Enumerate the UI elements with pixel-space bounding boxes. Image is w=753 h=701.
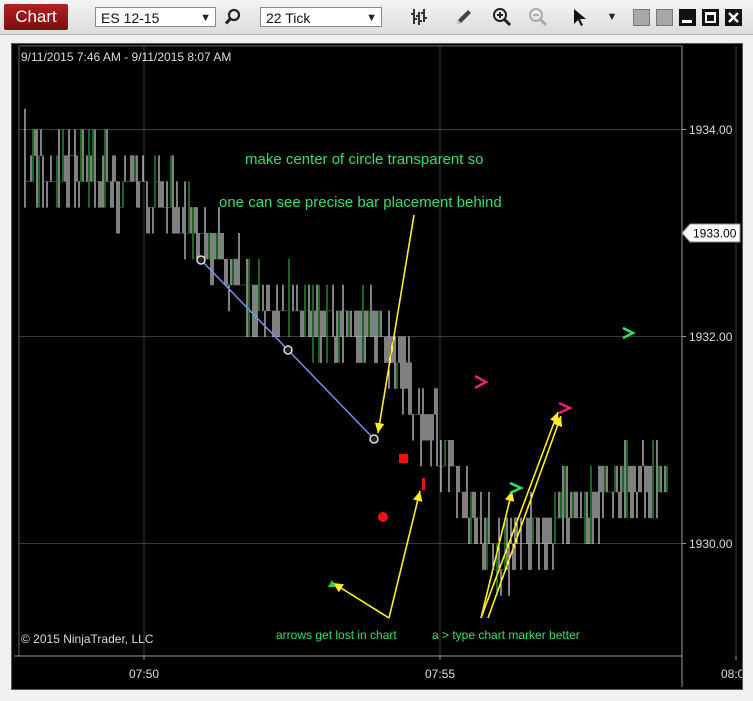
maximize-icon[interactable] (702, 9, 719, 26)
trendline-anchor (283, 345, 293, 355)
annotation-arrow-line (487, 415, 562, 619)
interval-value: 22 Tick (266, 10, 311, 26)
time-tick-label: 07:50 (129, 667, 159, 681)
minimize-icon[interactable] (679, 9, 696, 26)
chart-toolbar: Chart ES 12-15 ▼ 22 Tick ▼ ▼ (0, 0, 753, 35)
instrument-value: ES 12-15 (101, 10, 160, 26)
down-arrow-marker (422, 478, 425, 490)
annotation-line2: one can see precise bar placement behind (219, 194, 502, 211)
trendline-anchor (369, 434, 379, 444)
annotation-arrowhead (374, 422, 385, 433)
bar-type-icon[interactable] (408, 6, 432, 28)
annotation-arrowhead (413, 491, 423, 502)
chart-tab[interactable]: Chart (4, 4, 68, 30)
square-marker (399, 454, 408, 463)
zoom-in-icon[interactable] (490, 6, 514, 28)
time-range-label: 9/11/2015 7:46 AM - 9/11/2015 8:07 AM (21, 50, 232, 64)
plot-border (18, 45, 683, 657)
chevron-down-icon: ▼ (200, 12, 211, 24)
annotation-arrowhead (333, 583, 344, 593)
chart-panel[interactable]: 1934.00 1933.00 1932.00 1930.00 07:50 07:55 08… (11, 43, 743, 690)
annotation-arrow-line (480, 411, 559, 619)
interval-selector[interactable]: 22 Tick ▼ (260, 7, 382, 27)
close-icon[interactable] (725, 9, 742, 26)
annotation-arrow-line (332, 582, 390, 619)
annotation-line1: make center of circle transparent so (245, 151, 484, 168)
price-tick-label: 1934.00 (689, 123, 733, 137)
price-tick-label: 1930.00 (689, 537, 733, 551)
copyright-label: © 2015 NinjaTrader, LLC (21, 632, 154, 646)
time-tick-label: 07:55 (425, 667, 455, 681)
search-icon[interactable] (221, 6, 245, 28)
trendline-anchor (196, 255, 206, 265)
panel-b-button[interactable] (656, 9, 673, 26)
chevron-marker (509, 481, 525, 495)
price-tick-label: 1933.00 (693, 227, 737, 241)
annotation-marker-better: a > type chart marker better (432, 628, 580, 642)
circle-marker (378, 512, 388, 522)
annotation-arrow-line (388, 490, 421, 619)
price-chart[interactable]: 1934.00 1933.00 1932.00 1930.00 07:50 07:55 08… (12, 44, 742, 689)
pencil-icon[interactable] (452, 6, 476, 28)
time-tick-label: 08:00 (721, 667, 742, 681)
panel-a-button[interactable] (633, 9, 650, 26)
chevron-down-icon[interactable]: ▼ (604, 6, 620, 28)
chevron-marker (474, 374, 489, 390)
chevron-down-icon: ▼ (366, 12, 377, 24)
pointer-icon[interactable] (568, 6, 592, 28)
zoom-out-icon[interactable] (526, 6, 550, 28)
instrument-selector[interactable]: ES 12-15 ▼ (95, 7, 216, 27)
chevron-marker (558, 401, 574, 415)
price-tick-label: 1932.00 (689, 330, 733, 344)
annotation-arrows-lost: arrows get lost in chart (276, 628, 397, 642)
